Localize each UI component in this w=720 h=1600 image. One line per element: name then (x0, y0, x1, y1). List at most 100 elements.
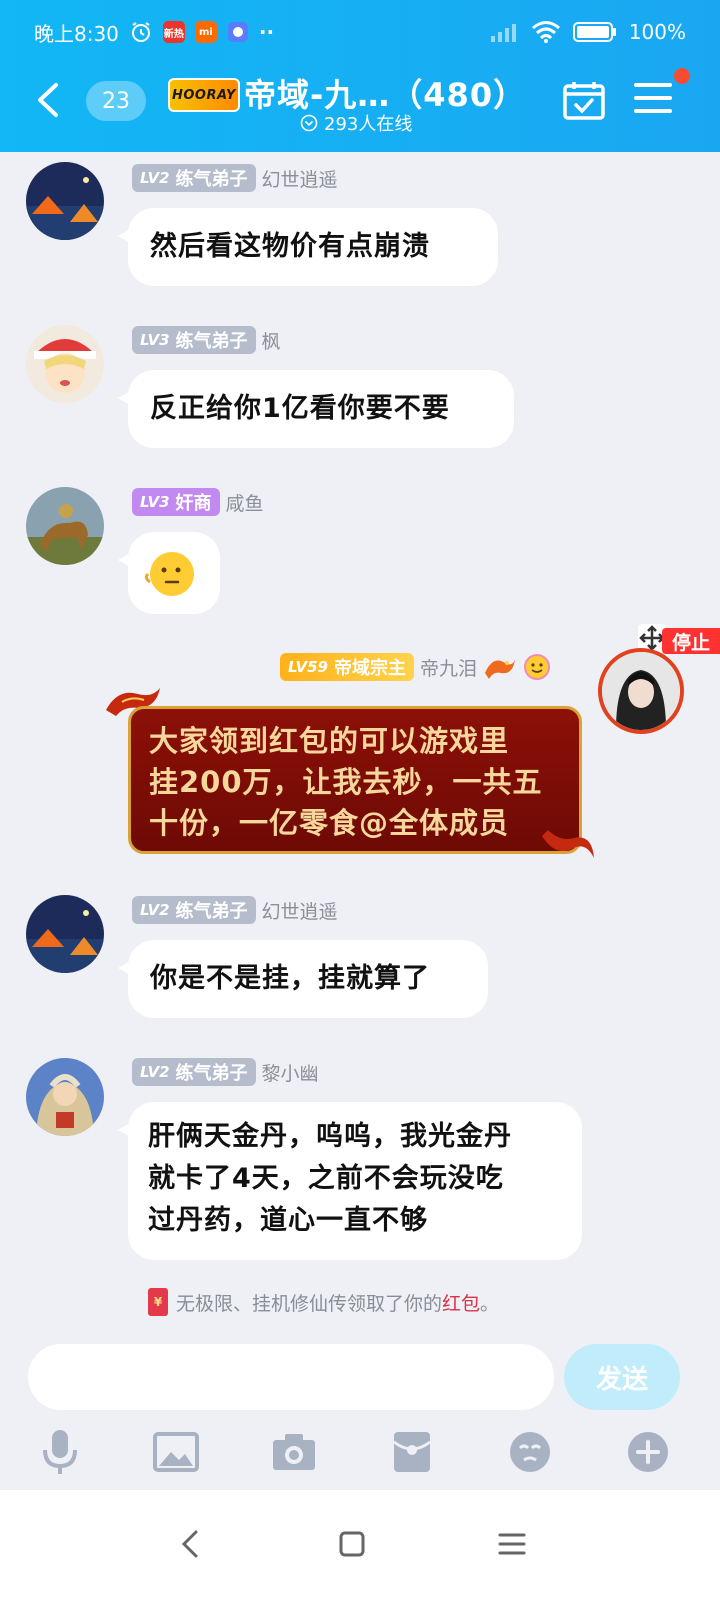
camera-button[interactable] (266, 1424, 322, 1480)
nav-row: 23 HOORAY 帝域-九…（480） 293人在线 (0, 64, 720, 152)
more-notifications: ·· (258, 20, 275, 44)
level-number: LV3 (140, 493, 170, 511)
neutral-face-emoji-icon (144, 552, 194, 596)
sender-name[interactable]: 幻世逍遥 (262, 165, 338, 192)
sender-name[interactable]: 枫 (262, 327, 281, 354)
level-badge: LV2 练气弟子 (132, 896, 256, 924)
checkin-calendar-button[interactable] (562, 80, 606, 120)
level-title: 奸商 (175, 493, 212, 514)
chat-header: 晚上8:30 新热 mi ·· 100% 23 HOORAY 帝域-九…（480… (0, 0, 720, 152)
avatar-swordsman-image (602, 652, 680, 730)
send-button[interactable]: 发送 (564, 1344, 680, 1410)
avatar-horse-rider-image (26, 487, 104, 565)
chat-notification-icon (227, 22, 248, 42)
online-count-text: 293人在线 (324, 114, 413, 135)
message-meta: LV2 练气弟子 幻世逍遥 (132, 164, 338, 192)
system-recents-icon (498, 1533, 526, 1555)
red-packet-button[interactable] (384, 1424, 440, 1480)
message-bubble-special[interactable]: 大家领到红包的可以游戏里 挂200万，让我去秒，一共五 十份，一亿零食@全体成员 (128, 706, 582, 854)
sender-name[interactable]: 帝九泪 (420, 654, 477, 681)
news-notification-icon: 新热 (162, 21, 185, 43)
system-recents-button[interactable] (490, 1522, 534, 1566)
level-title: 练气弟子 (175, 169, 248, 190)
avatar[interactable] (26, 487, 104, 565)
level-title: 练气弟子 (175, 901, 248, 922)
more-actions-button[interactable] (620, 1424, 676, 1480)
avatar[interactable] (26, 162, 104, 240)
group-logo: HOORAY (168, 78, 240, 112)
message-line: 大家领到红包的可以游戏里 (149, 724, 510, 758)
back-button[interactable] (28, 80, 68, 120)
level-number: LV59 (288, 658, 328, 676)
message-line: 就卡了4天，之前不会玩没吃 (148, 1163, 504, 1194)
avatar[interactable] (26, 895, 104, 973)
message-line: 肝俩天金丹，呜呜，我光金丹 (148, 1121, 512, 1152)
status-bar: 晚上8:30 新热 mi ·· 100% (0, 0, 720, 64)
system-home-button[interactable] (330, 1522, 374, 1566)
avatar[interactable] (26, 1058, 104, 1136)
level-badge: LV2 练气弟子 (132, 1058, 256, 1086)
level-number: LV2 (140, 169, 170, 187)
calendar-check-icon (563, 82, 605, 120)
message-text: 然后看这物价有点崩溃 (150, 231, 430, 262)
red-packet-outline-icon (393, 1432, 431, 1472)
avatar[interactable] (598, 648, 684, 734)
level-badge: LV3 练气弟子 (132, 326, 256, 354)
message-input[interactable] (28, 1344, 554, 1410)
plus-circle-icon (628, 1432, 668, 1472)
sender-name[interactable]: 幻世逍遥 (262, 897, 338, 924)
level-number: LV2 (140, 1063, 170, 1081)
unread-count-badge[interactable]: 23 (86, 81, 146, 121)
message-meta: LV2 练气弟子 幻世逍遥 (132, 896, 338, 924)
online-count[interactable]: 293人在线 (300, 110, 412, 136)
level-title: 练气弟子 (175, 331, 248, 352)
message-bubble[interactable]: 你是不是挂，挂就算了 (118, 940, 488, 1018)
message-text: 你是不是挂，挂就算了 (150, 963, 430, 994)
avatar-night-camp-image (26, 895, 104, 973)
avatar[interactable] (26, 325, 104, 403)
red-packet-icon: ¥ (148, 1288, 168, 1316)
menu-button[interactable] (634, 80, 674, 120)
red-packet-system-notice: ¥ 无极限、挂机修仙传领取了你的红包。 (148, 1288, 499, 1316)
chevron-left-icon (38, 83, 58, 117)
message-line: 挂200万，让我去秒，一共五 (149, 765, 543, 799)
notice-text: 无极限、挂机修仙传领取了你的 (176, 1292, 443, 1315)
sender-name[interactable]: 黎小幽 (262, 1059, 319, 1086)
level-badge: LV2 练气弟子 (132, 164, 256, 192)
battery-icon (572, 22, 616, 42)
message-meta: LV2 练气弟子 黎小幽 (132, 1058, 319, 1086)
voice-button[interactable] (32, 1424, 88, 1480)
system-back-button[interactable] (168, 1522, 212, 1566)
dragon-decoration-icon (485, 659, 515, 679)
level-badge: LV59 帝域宗主 (280, 653, 414, 681)
message-line: 过丹药，道心一直不够 (148, 1205, 428, 1236)
signal-icon (490, 24, 516, 42)
mi-notification-icon: mi (194, 21, 217, 43)
level-badge: LV3 奸商 (132, 488, 220, 516)
message-bubble[interactable]: 肝俩天金丹，呜呜，我光金丹 就卡了4天，之前不会玩没吃 过丹药，道心一直不够 (118, 1102, 582, 1260)
message-text: 反正给你1亿看你要不要 (150, 393, 450, 424)
menu-notification-dot (674, 68, 690, 84)
message-bubble[interactable]: 反正给你1亿看你要不要 (118, 370, 514, 448)
system-navigation-bar (0, 1490, 720, 1600)
message-bubble[interactable]: 然后看这物价有点崩溃 (118, 208, 498, 286)
stop-tag[interactable]: 停止 (662, 628, 720, 654)
message-meta: LV3 练气弟子 枫 (132, 326, 281, 354)
image-button[interactable] (148, 1424, 204, 1480)
smile-face-icon (524, 654, 550, 680)
red-packet-link[interactable]: 红包 (442, 1293, 480, 1315)
message-bubble[interactable] (118, 532, 220, 614)
alarm-icon (131, 22, 150, 42)
system-home-icon (339, 1531, 365, 1557)
emoji-button[interactable] (502, 1424, 558, 1480)
avatar-night-camp-image (26, 162, 104, 240)
sender-name[interactable]: 咸鱼 (226, 489, 264, 516)
notice-suffix: 。 (480, 1292, 500, 1315)
level-title: 练气弟子 (175, 1063, 248, 1084)
message-meta: LV59 帝域宗主 帝九泪 (280, 653, 551, 681)
level-number: LV3 (140, 331, 170, 349)
level-number: LV2 (140, 901, 170, 919)
message-meta: LV3 奸商 咸鱼 (132, 488, 264, 516)
battery-level: 100% (628, 20, 686, 44)
chevron-down-circle-icon (300, 114, 318, 132)
